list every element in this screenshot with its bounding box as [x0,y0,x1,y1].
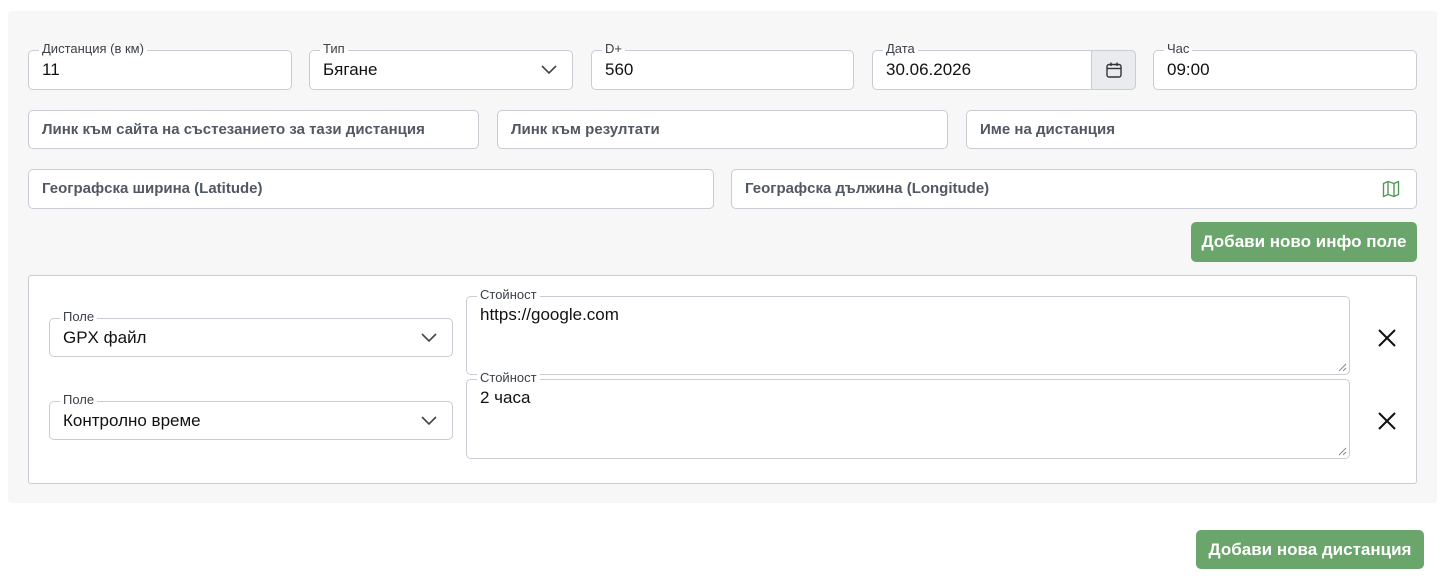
results-link-placeholder: Линк към резултати [511,121,660,138]
longitude-placeholder: Географска дължина (Longitude) [745,180,990,197]
remove-info-field-close-icon[interactable] [1376,327,1398,349]
type-value: Бягане [323,60,378,79]
resize-handle-icon[interactable] [1338,447,1347,456]
calendar-icon [1106,62,1122,78]
chevron-down-icon [541,65,557,75]
add-distance-button[interactable]: Добави нова дистанция [1196,530,1424,569]
add-info-field-button[interactable]: Добави ново инфо поле [1191,222,1417,262]
distance-field[interactable]: Дистанция (в км) 11 [28,42,292,90]
date-picker-button[interactable] [1091,50,1136,90]
info-value-label: Стойност [477,288,540,302]
distance-name-placeholder: Име на дистанция [980,121,1115,138]
distance-name-input[interactable]: Име на дистанция [966,110,1417,149]
type-select[interactable]: Тип Бягане [309,42,573,90]
info-value-textarea[interactable]: Стойност https://google.com [466,288,1350,375]
info-field-select[interactable]: Поле Контролно време [49,393,453,440]
map-icon[interactable] [1382,180,1400,198]
latitude-input[interactable]: Географска ширина (Latitude) [28,169,714,209]
competition-site-link-placeholder: Линк към сайта на състезанието за тази д… [42,121,425,138]
results-link-input[interactable]: Линк към резултати [497,110,948,149]
competition-site-link-input[interactable]: Линк към сайта на състезанието за тази д… [28,110,479,149]
distance-value: 11 [42,60,60,79]
info-field-select[interactable]: Поле GPX файл [49,310,453,357]
info-value-textarea[interactable]: Стойност 2 часа [466,371,1350,459]
info-value-text: https://google.com [480,305,619,324]
info-value-text: 2 часа [480,388,531,407]
time-value: 09:00 [1167,60,1210,79]
resize-handle-icon[interactable] [1338,363,1347,372]
chevron-down-icon [421,333,437,343]
latitude-placeholder: Географска ширина (Latitude) [42,180,263,197]
elevation-field[interactable]: D+ 560 [591,42,854,90]
chevron-down-icon [421,416,437,426]
info-value-label: Стойност [477,371,540,385]
time-field[interactable]: Час 09:00 [1153,42,1417,90]
date-value: 30.06.2026 [886,60,972,79]
remove-info-field-close-icon[interactable] [1376,410,1398,432]
info-field-value: Контролно време [63,411,201,430]
longitude-input[interactable]: Географска дължина (Longitude) [731,169,1417,209]
info-field-value: GPX файл [63,328,147,347]
date-field[interactable]: Дата 30.06.2026 [872,42,1136,90]
elevation-value: 560 [605,60,634,79]
